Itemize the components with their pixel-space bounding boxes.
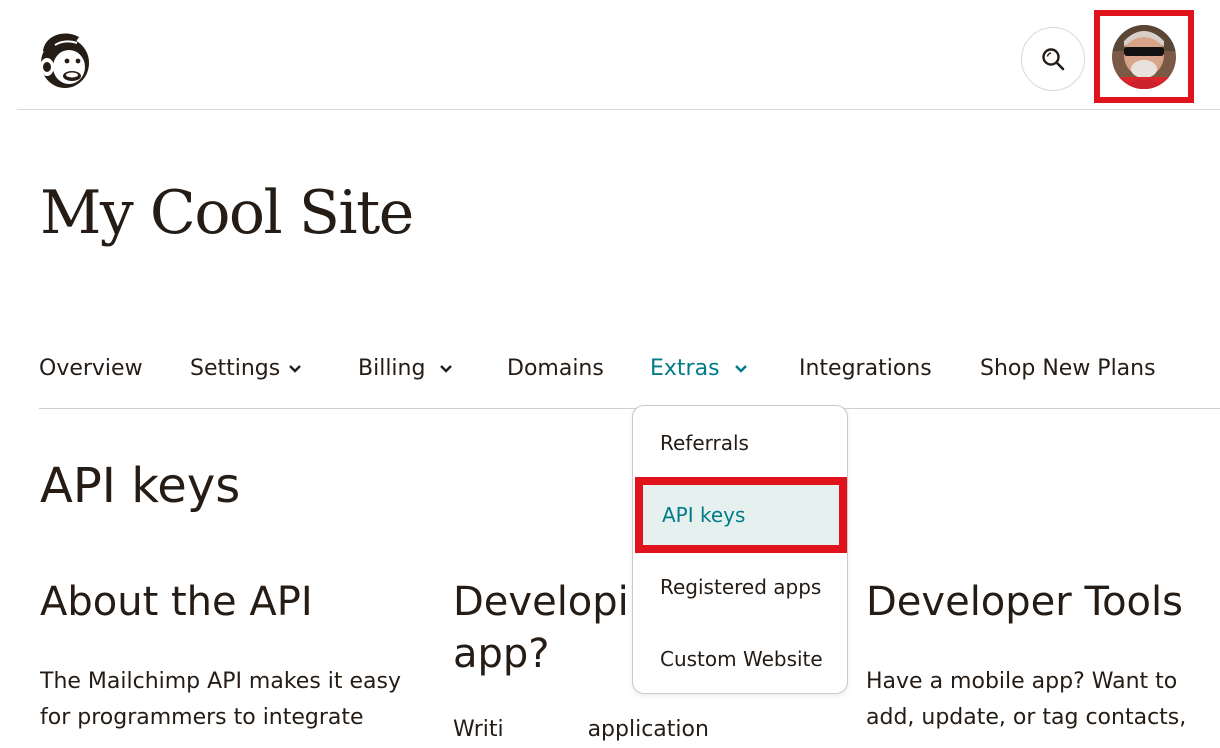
- top-header: [17, 0, 1220, 110]
- about-api-text: The Mailchimp API makes it easy for prog…: [40, 669, 402, 730]
- chevron-down-icon: [734, 364, 747, 373]
- developing-app-heading: Developir app?: [453, 579, 646, 677]
- nav-label: Domains: [507, 356, 604, 381]
- nav-settings[interactable]: Settings: [190, 356, 302, 381]
- chevron-down-icon: [289, 364, 302, 373]
- account-avatar-button[interactable]: [1094, 10, 1194, 103]
- search-button[interactable]: [1021, 27, 1085, 91]
- menu-item-label: Referrals: [660, 431, 749, 455]
- developing-app-text: Writi application: [453, 717, 709, 742]
- nav-overview[interactable]: Overview: [39, 356, 143, 381]
- nav-label: Integrations: [799, 356, 932, 381]
- nav-extras[interactable]: Extras: [650, 356, 748, 381]
- menu-item-label: Registered apps: [660, 575, 822, 599]
- menu-item-referrals[interactable]: Referrals: [633, 413, 847, 473]
- menu-item-api-keys[interactable]: API keys: [635, 477, 847, 553]
- page-heading: API keys: [40, 458, 241, 514]
- nav-label: Shop New Plans: [980, 356, 1156, 381]
- nav-label: Overview: [39, 356, 143, 381]
- nav-label: Settings: [190, 356, 281, 381]
- mailchimp-logo-icon[interactable]: [35, 29, 93, 91]
- menu-item-label: Custom Website: [660, 647, 823, 671]
- avatar: [1112, 24, 1176, 89]
- nav-integrations[interactable]: Integrations: [799, 356, 932, 381]
- developer-tools-heading: Developer Tools: [866, 579, 1183, 625]
- about-api-heading: About the API: [40, 579, 313, 625]
- nav-shop-new-plans[interactable]: Shop New Plans: [980, 356, 1156, 381]
- developer-tools-text: Have a mobile app? Want to add, update, …: [866, 669, 1187, 730]
- nav-label: Extras: [650, 356, 720, 381]
- menu-item-label: API keys: [662, 503, 746, 527]
- site-title: My Cool Site: [40, 178, 414, 248]
- extras-dropdown-menu: Referrals API keys Registered apps Custo…: [632, 405, 848, 694]
- menu-item-registered-apps[interactable]: Registered apps: [633, 557, 847, 617]
- nav-billing[interactable]: Billing: [358, 356, 453, 381]
- search-icon: [1042, 48, 1065, 71]
- nav-label: Billing: [358, 356, 426, 381]
- menu-item-custom-website[interactable]: Custom Website: [633, 629, 847, 689]
- account-nav: Overview Settings Billing Domains Extras…: [39, 340, 1220, 409]
- nav-domains[interactable]: Domains: [507, 356, 604, 381]
- chevron-down-icon: [440, 364, 453, 373]
